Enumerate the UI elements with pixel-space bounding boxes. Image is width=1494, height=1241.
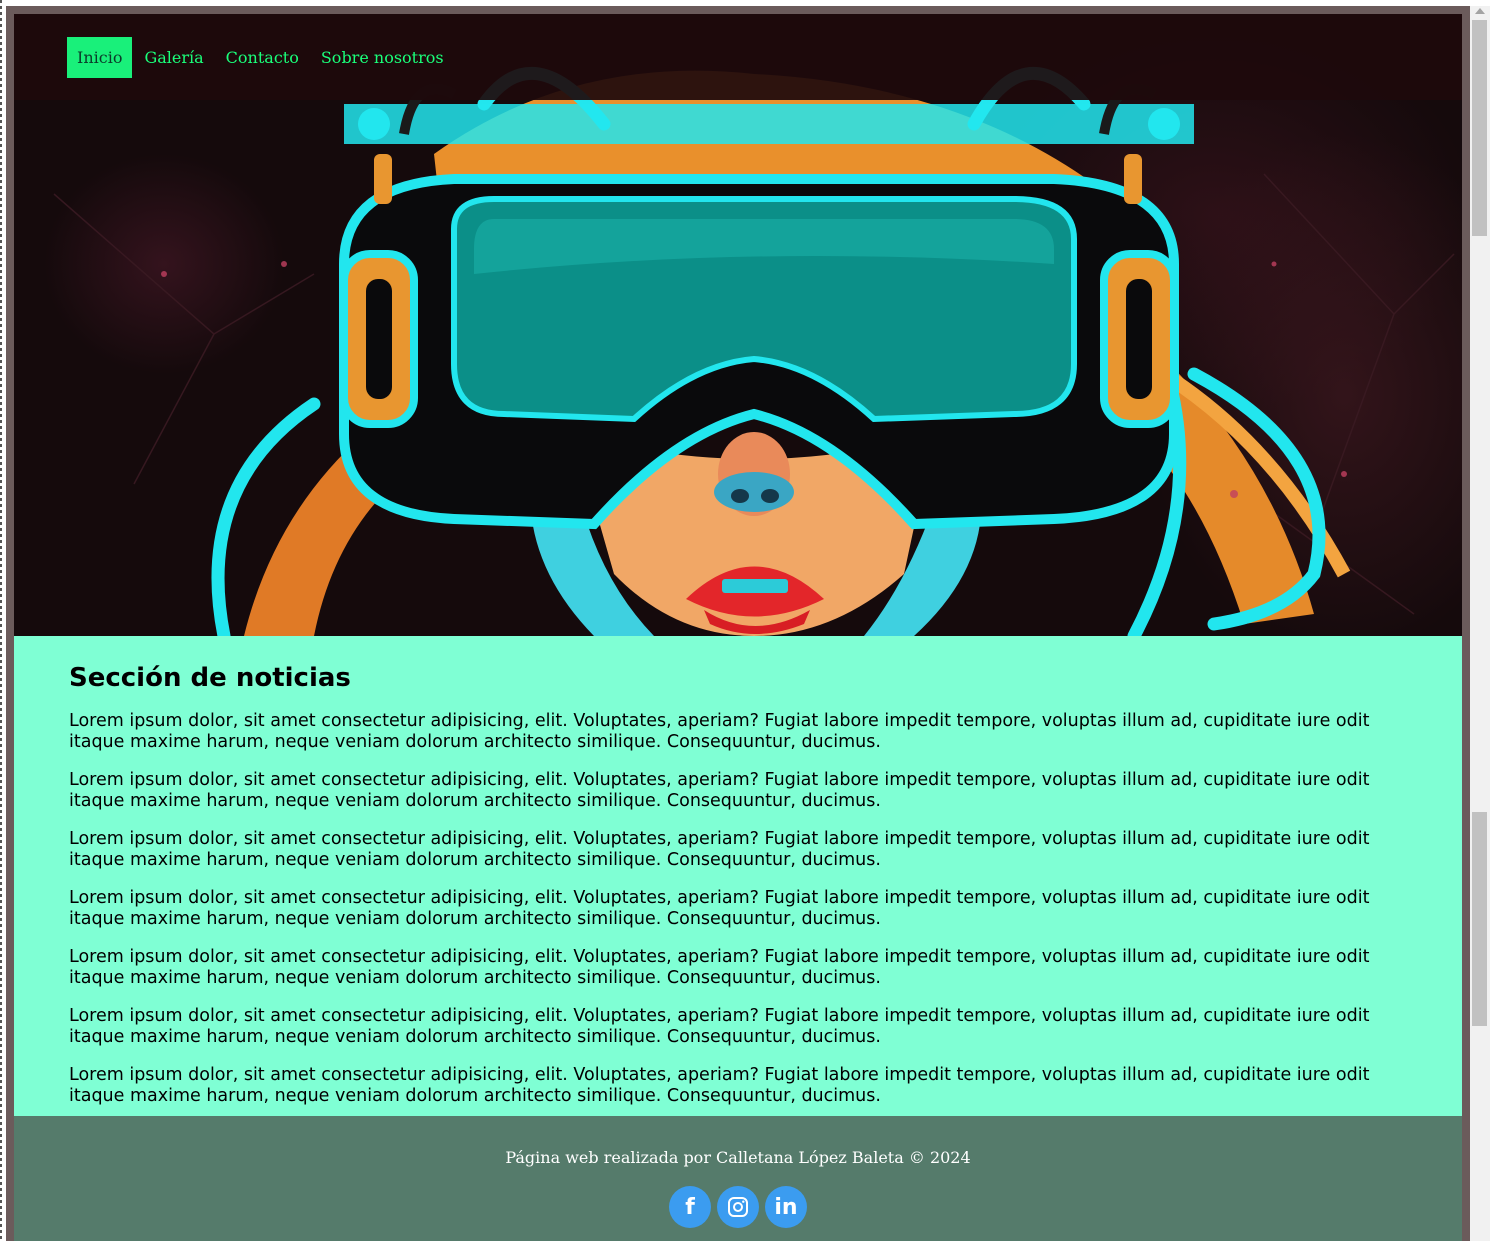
browser-viewport: Inicio Galería Contacto Sobre nosotros S…	[6, 6, 1470, 1241]
nav-item-inicio[interactable]: Inicio	[67, 36, 133, 78]
web-page: Inicio Galería Contacto Sobre nosotros S…	[14, 14, 1462, 1241]
news-paragraph: Lorem ipsum dolor, sit amet consectetur …	[69, 947, 1370, 988]
page-scrollbar[interactable]	[1470, 6, 1490, 1241]
news-paragraph: Lorem ipsum dolor, sit amet consectetur …	[69, 829, 1370, 870]
scrollbar-thumb-lower[interactable]	[1472, 812, 1487, 1026]
news-paragraph: Lorem ipsum dolor, sit amet consectetur …	[69, 711, 1370, 752]
nav-item-sobre-nosotros[interactable]: Sobre nosotros	[311, 37, 454, 78]
news-paragraph: Lorem ipsum dolor, sit amet consectetur …	[69, 1006, 1370, 1047]
vr-headset-illustration	[53, 66, 1455, 636]
scrollbar-thumb-upper[interactable]	[1472, 20, 1487, 236]
hero-banner	[14, 14, 1462, 636]
page-footer: Página web realizada por Calletana López…	[14, 1116, 1462, 1241]
page-edge	[0, 0, 2, 1241]
news-paragraph: Lorem ipsum dolor, sit amet consectetur …	[69, 770, 1370, 811]
nav-item-galeria[interactable]: Galería	[134, 37, 213, 78]
news-paragraph: Lorem ipsum dolor, sit amet consectetur …	[69, 888, 1370, 929]
news-section: Sección de noticias Lorem ipsum dolor, s…	[14, 636, 1462, 1116]
facebook-icon[interactable]: f	[669, 1186, 711, 1228]
main-nav: Inicio Galería Contacto Sobre nosotros	[14, 14, 1462, 100]
scroll-up-arrow-icon[interactable]	[1475, 8, 1485, 14]
social-links: f in	[14, 1186, 1462, 1228]
news-title: Sección de noticias	[69, 663, 351, 693]
linkedin-icon[interactable]: in	[765, 1186, 807, 1228]
instagram-icon[interactable]	[717, 1186, 759, 1228]
footer-credit: Página web realizada por Calletana López…	[505, 1148, 971, 1167]
instagram-glyph	[728, 1197, 748, 1217]
news-paragraph: Lorem ipsum dolor, sit amet consectetur …	[69, 1065, 1370, 1106]
nav-item-contacto[interactable]: Contacto	[216, 37, 309, 78]
